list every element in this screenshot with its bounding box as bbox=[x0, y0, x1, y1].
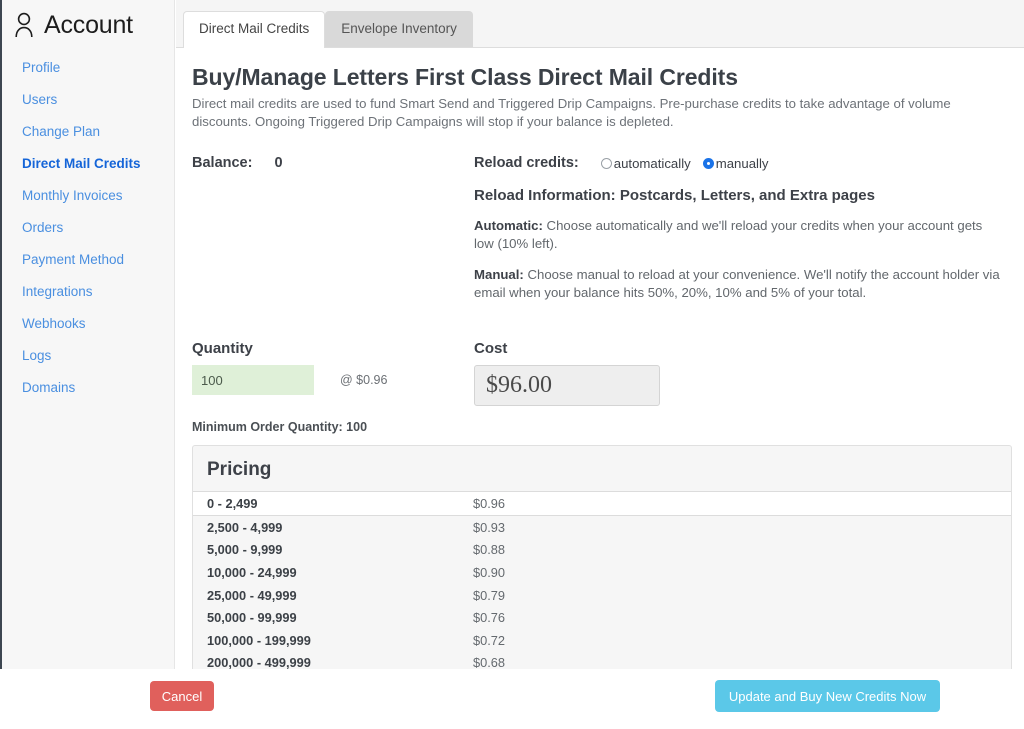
table-row[interactable]: 2,500 - 4,999 $0.93 bbox=[193, 516, 1011, 539]
radio-automatically-icon[interactable] bbox=[600, 157, 612, 169]
tab-direct-mail-credits[interactable]: Direct Mail Credits bbox=[183, 11, 326, 48]
reload-option-manually[interactable]: manually bbox=[702, 155, 769, 171]
pricing-title: Pricing bbox=[207, 459, 272, 480]
table-row[interactable]: 0 - 2,499 $0.96 bbox=[193, 491, 1011, 516]
manual-text: Choose manual to reload at your convenie… bbox=[474, 267, 1000, 300]
price-range: 50,000 - 99,999 bbox=[207, 610, 297, 626]
table-row[interactable]: 50,000 - 99,999 $0.76 bbox=[193, 606, 1011, 629]
quantity-label: Quantity bbox=[192, 340, 253, 357]
reload-information-title: Reload Information: Postcards, Letters, … bbox=[474, 187, 875, 204]
price-value: $0.93 bbox=[473, 519, 506, 535]
minimum-order-note: Minimum Order Quantity: 100 bbox=[192, 420, 368, 434]
automatic-term: Automatic: bbox=[474, 218, 543, 233]
price-value: $0.76 bbox=[473, 610, 506, 626]
table-row[interactable]: 100,000 - 199,999 $0.72 bbox=[193, 629, 1011, 652]
price-range: 200,000 - 499,999 bbox=[207, 655, 311, 669]
sidebar-header: Account bbox=[2, 0, 174, 44]
sidebar-item-logs[interactable]: Logs bbox=[2, 340, 174, 372]
sidebar-item-webhooks[interactable]: Webhooks bbox=[2, 308, 174, 340]
unit-rate-label: @ $0.96 bbox=[340, 373, 388, 387]
price-range: 100,000 - 199,999 bbox=[207, 632, 311, 648]
quantity-cost-row: Quantity @ $0.96 Cost $96.00 bbox=[192, 340, 1012, 406]
tab-list: Direct Mail Credits Envelope Inventory bbox=[183, 11, 473, 48]
table-row[interactable]: 200,000 - 499,999 $0.68 bbox=[193, 652, 1011, 669]
account-page: Account Profile Users Change Plan Direct… bbox=[0, 0, 1024, 729]
sidebar-item-orders[interactable]: Orders bbox=[2, 212, 174, 244]
price-range: 0 - 2,499 bbox=[207, 496, 258, 511]
update-and-buy-credits-button[interactable]: Update and Buy New Credits Now bbox=[715, 680, 940, 712]
table-row[interactable]: 10,000 - 24,999 $0.90 bbox=[193, 561, 1011, 584]
reload-credits-row: Reload credits: automatically manually bbox=[474, 155, 1012, 171]
manual-description: Manual: Choose manual to reload at your … bbox=[474, 266, 1004, 302]
price-value: $0.79 bbox=[473, 587, 506, 603]
price-value: $0.68 bbox=[473, 655, 506, 669]
tab-strip: Direct Mail Credits Envelope Inventory bbox=[176, 0, 1024, 48]
table-row[interactable]: 25,000 - 49,999 $0.79 bbox=[193, 584, 1011, 607]
quantity-line: @ $0.96 bbox=[192, 365, 474, 395]
pricing-panel: Pricing 0 - 2,499 $0.96 2,500 - 4,999 $0… bbox=[192, 445, 1012, 669]
sidebar-item-change-plan[interactable]: Change Plan bbox=[2, 116, 174, 148]
reload-block: Reload credits: automatically manually R… bbox=[474, 155, 1012, 302]
balance-label: Balance: bbox=[192, 155, 253, 171]
sidebar-item-users[interactable]: Users bbox=[2, 84, 174, 116]
price-range: 2,500 - 4,999 bbox=[207, 519, 283, 535]
quantity-input[interactable] bbox=[192, 365, 314, 395]
price-value: $0.96 bbox=[473, 496, 506, 511]
reload-credits-label: Reload credits: bbox=[474, 155, 579, 171]
cancel-button[interactable]: Cancel bbox=[150, 681, 214, 711]
manual-term: Manual: bbox=[474, 267, 524, 282]
balance-reload-row: Balance: 0 Reload credits: automatically bbox=[192, 155, 1012, 302]
cost-value: $96.00 bbox=[486, 372, 552, 398]
cost-block: Cost $96.00 bbox=[474, 340, 1012, 406]
person-icon bbox=[12, 12, 36, 38]
cost-display: $96.00 bbox=[474, 365, 660, 406]
balance-line: Balance: 0 bbox=[192, 155, 474, 171]
price-value: $0.90 bbox=[473, 564, 506, 580]
sidebar-item-domains[interactable]: Domains bbox=[2, 372, 174, 404]
page-title: Account bbox=[44, 10, 133, 39]
reload-option-manually-label: manually bbox=[715, 155, 769, 171]
cost-label: Cost bbox=[474, 340, 508, 357]
content-panel: Buy/Manage Letters First Class Direct Ma… bbox=[176, 48, 1024, 669]
content-intro: Direct mail credits are used to fund Sma… bbox=[192, 96, 951, 129]
sidebar-item-monthly-invoices[interactable]: Monthly Invoices bbox=[2, 180, 174, 212]
automatic-description: Automatic: Choose automatically and we'l… bbox=[474, 217, 1004, 253]
sidebar-item-payment-method[interactable]: Payment Method bbox=[2, 244, 174, 276]
automatic-text: Choose automatically and we'll reload yo… bbox=[474, 218, 983, 251]
price-range: 10,000 - 24,999 bbox=[207, 564, 297, 580]
tab-envelope-inventory[interactable]: Envelope Inventory bbox=[325, 11, 473, 47]
price-value: $0.88 bbox=[473, 542, 506, 558]
sidebar-nav: Profile Users Change Plan Direct Mail Cr… bbox=[2, 52, 174, 404]
table-row[interactable]: 5,000 - 9,999 $0.88 bbox=[193, 539, 1011, 562]
sidebar: Account Profile Users Change Plan Direct… bbox=[2, 0, 175, 669]
balance-block: Balance: 0 bbox=[192, 155, 474, 302]
quantity-block: Quantity @ $0.96 bbox=[192, 340, 474, 406]
content-title: Buy/Manage Letters First Class Direct Ma… bbox=[192, 64, 738, 90]
sidebar-item-profile[interactable]: Profile bbox=[2, 52, 174, 84]
reload-option-automatically-label: automatically bbox=[613, 155, 691, 171]
reload-option-automatically[interactable]: automatically bbox=[600, 155, 691, 171]
sidebar-item-direct-mail-credits[interactable]: Direct Mail Credits bbox=[2, 148, 174, 180]
price-range: 25,000 - 49,999 bbox=[207, 587, 297, 603]
price-value: $0.72 bbox=[473, 632, 506, 648]
balance-value: 0 bbox=[274, 155, 283, 171]
price-range: 5,000 - 9,999 bbox=[207, 542, 283, 558]
sidebar-item-integrations[interactable]: Integrations bbox=[2, 276, 174, 308]
radio-manually-icon[interactable] bbox=[702, 157, 714, 169]
